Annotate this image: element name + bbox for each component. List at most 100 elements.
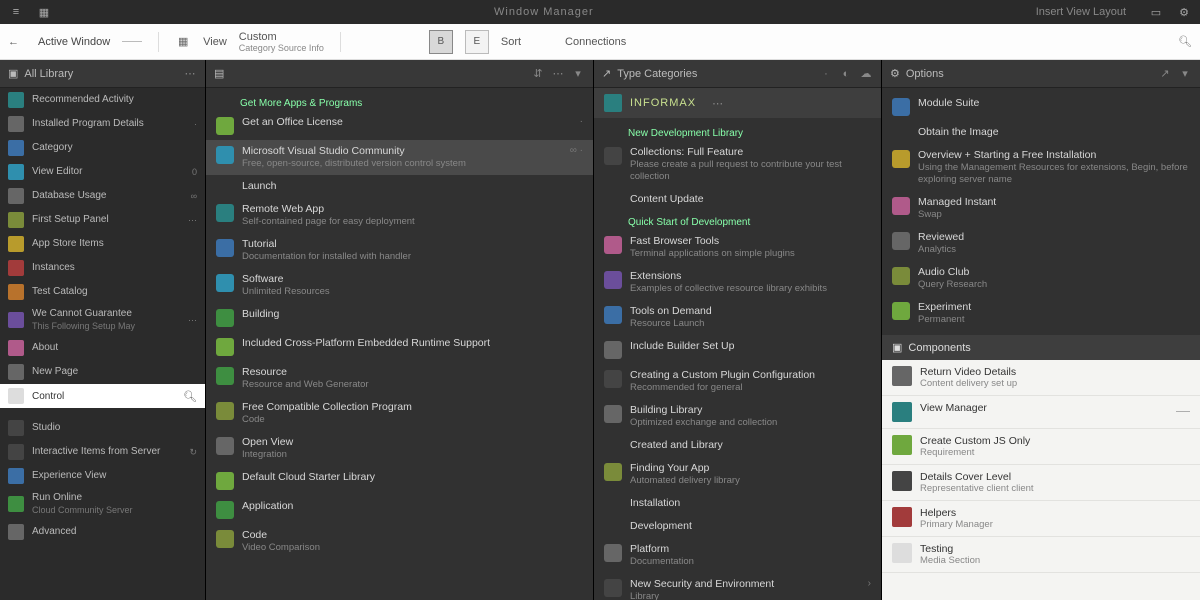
sidebar-item[interactable]: We Cannot GuaranteeThis Following Setup … [0, 304, 205, 336]
sidebar-item[interactable]: Run OnlineCloud Community Server [0, 488, 205, 520]
item-trail: · [580, 116, 583, 127]
sidebar-title: All Library [24, 68, 73, 80]
result-item[interactable]: Creating a Custom Plugin Configuration R… [594, 364, 881, 399]
back-icon[interactable]: ← [8, 36, 26, 48]
sidebar-item[interactable]: About [0, 336, 205, 360]
result-item[interactable]: Code Video Comparison [206, 524, 593, 559]
result-item[interactable]: Remote Web App Self-contained page for e… [206, 198, 593, 233]
result-item[interactable]: Tutorial Documentation for installed wit… [206, 233, 593, 268]
detail-cloud-icon[interactable]: ☁ [859, 67, 873, 81]
result-item[interactable]: New Security and Environment Library › [594, 573, 881, 600]
result-item[interactable]: Software Unlimited Resources [206, 268, 593, 303]
results-list: Get More Apps & Programs Get an Office L… [206, 88, 593, 600]
result-item[interactable]: Platform Documentation [594, 538, 881, 573]
result-item[interactable]: Finding Your App Automated delivery libr… [594, 457, 881, 492]
item-icon [604, 544, 622, 562]
result-item[interactable]: Development [594, 515, 881, 538]
result-item[interactable]: Extensions Examples of collective resour… [594, 265, 881, 300]
sidebar-item[interactable]: App Store Items [0, 232, 205, 256]
layout-icon[interactable]: ▭ [1148, 4, 1164, 20]
sidebar-more-icon[interactable]: ⋯ [183, 67, 197, 81]
sidebar-item[interactable]: New Page [0, 360, 205, 384]
menu-icon[interactable]: ≡ [8, 4, 24, 20]
result-item[interactable]: Open View Integration [206, 431, 593, 466]
item-tag: ↻ [189, 447, 197, 458]
result-item[interactable]: Tools on Demand Resource Launch [594, 300, 881, 335]
result-item[interactable]: Experiment Permanent [882, 296, 1200, 331]
result-item[interactable]: Fast Browser Tools Terminal applications… [594, 230, 881, 265]
result-item[interactable]: Included Cross-Platform Embedded Runtime… [206, 332, 593, 361]
result-item[interactable]: Audio Club Query Research [882, 261, 1200, 296]
connections-label[interactable]: Connections [565, 36, 626, 48]
result-item[interactable]: Module Suite [882, 92, 1200, 121]
item-title: Platform [630, 543, 871, 556]
sidebar-item[interactable]: Recommended Activity [0, 88, 205, 112]
sidebar-item[interactable]: First Setup Panel ⋯ [0, 208, 205, 232]
sidebar-item[interactable]: Instances [0, 256, 205, 280]
chevron-down-icon[interactable]: ▾ [1178, 67, 1192, 81]
item-subtitle: Documentation [630, 556, 871, 568]
result-item[interactable]: Managed Instant Swap [882, 191, 1200, 226]
sort-icon: ↗ [602, 67, 611, 80]
result-item[interactable]: Default Cloud Starter Library [206, 466, 593, 495]
sidebar-item[interactable]: Database Usage ∞ [0, 184, 205, 208]
result-item[interactable]: Collections: Full Feature Please create … [594, 141, 881, 188]
card-item[interactable]: Testing Media Section [882, 537, 1200, 573]
results-more-icon[interactable]: ⋯ [551, 67, 565, 81]
card-item[interactable]: Details Cover Level Representative clien… [882, 465, 1200, 501]
sidebar-item[interactable]: Studio [0, 416, 205, 440]
card-icon [892, 507, 912, 527]
detail-dot-icon[interactable]: · [819, 67, 833, 81]
detail-file-header[interactable]: INFORMAX ⋯ [594, 88, 881, 118]
result-item[interactable]: Get an Office License · [206, 111, 593, 140]
result-item[interactable]: Building Library Optimized exchange and … [594, 399, 881, 434]
card-icon [892, 471, 912, 491]
apps-toolbar-icon[interactable]: ▦ [175, 34, 191, 50]
view-mode-a-button[interactable]: B [429, 30, 453, 54]
sidebar-search[interactable]: 🔍︎ [0, 384, 205, 408]
sidebar-item[interactable]: Category [0, 136, 205, 160]
card-icon [892, 543, 912, 563]
result-item[interactable]: Created and Library [594, 434, 881, 457]
result-item[interactable]: Free Compatible Collection Program Code [206, 396, 593, 431]
search-icon[interactable]: 🔍︎ [1178, 35, 1192, 48]
result-item[interactable]: Launch [206, 175, 593, 198]
result-item[interactable]: Building [206, 303, 593, 332]
result-item[interactable]: Reviewed Analytics [882, 226, 1200, 261]
item-icon [216, 274, 234, 292]
sidebar-item[interactable]: View Editor 0 [0, 160, 205, 184]
view-mode-b-button[interactable]: E [465, 30, 489, 54]
result-item[interactable]: Content Update [594, 188, 881, 211]
item-icon [8, 236, 24, 252]
sidebar-item[interactable]: Interactive Items from Server ↻ [0, 440, 205, 464]
apps-icon[interactable]: ▦ [36, 4, 52, 20]
item-subtitle: Using the Management Resources for exten… [918, 162, 1190, 186]
item-title: Software [242, 273, 583, 286]
chevron-down-icon[interactable]: ▾ [571, 67, 585, 81]
settings-icon[interactable]: ⚙ [1176, 4, 1192, 20]
sidebar-item[interactable]: Experience View [0, 464, 205, 488]
result-item[interactable]: Overview + Starting a Free Installation … [882, 144, 1200, 191]
search-glass-icon[interactable]: 🔍︎ [183, 390, 197, 403]
file-more-icon[interactable]: ⋯ [712, 97, 723, 110]
components-list: Return Video Details Content delivery se… [882, 360, 1200, 600]
result-item[interactable]: Application [206, 495, 593, 524]
item-title: Tutorial [242, 238, 583, 251]
result-item[interactable]: Microsoft Visual Studio Community Free, … [206, 140, 593, 175]
search-input[interactable] [32, 391, 175, 402]
card-item[interactable]: Return Video Details Content delivery se… [882, 360, 1200, 396]
result-item[interactable]: Include Builder Set Up [594, 335, 881, 364]
result-item[interactable]: Obtain the Image [882, 121, 1200, 144]
item-title: Launch [242, 180, 583, 193]
detail-more-icon[interactable]: ◐ [839, 67, 853, 81]
result-item[interactable]: Resource Resource and Web Generator [206, 361, 593, 396]
sidebar-item[interactable]: Test Catalog [0, 280, 205, 304]
info-more-icon[interactable]: ↗ [1158, 67, 1172, 81]
results-sort-icon[interactable]: ⇵ [531, 67, 545, 81]
card-item[interactable]: Helpers Primary Manager [882, 501, 1200, 537]
sidebar-item[interactable]: Installed Program Details · [0, 112, 205, 136]
result-item[interactable]: Installation [594, 492, 881, 515]
card-item[interactable]: View Manager — [882, 396, 1200, 429]
card-item[interactable]: Create Custom JS Only Requirement [882, 429, 1200, 465]
sidebar-item[interactable]: Advanced [0, 520, 205, 544]
